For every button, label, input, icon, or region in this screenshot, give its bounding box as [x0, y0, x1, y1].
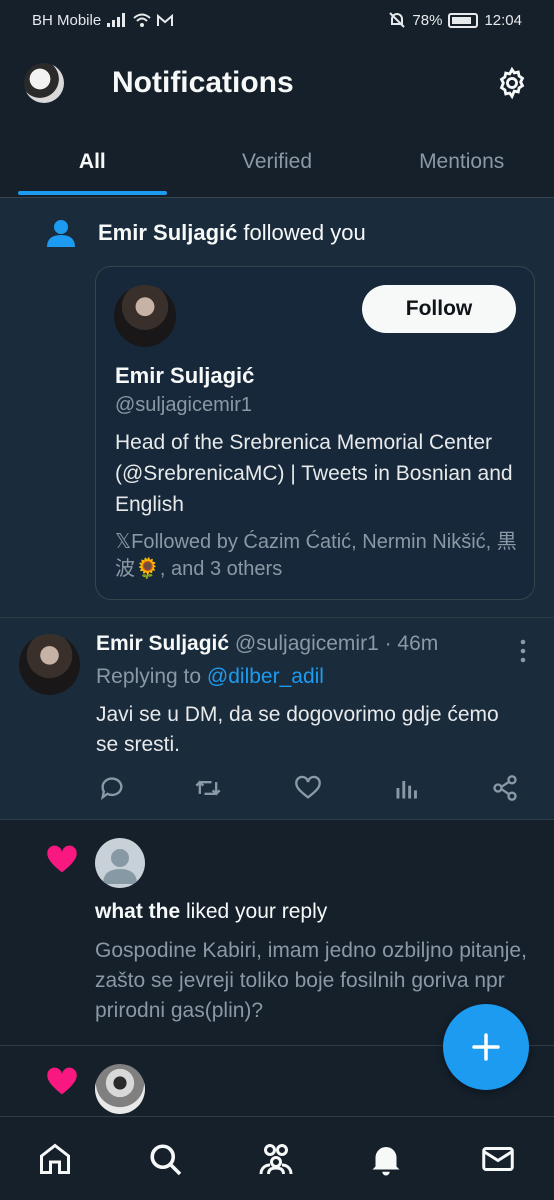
mention-link[interactable]: @dilber_adil	[207, 665, 324, 688]
heart-icon	[47, 845, 77, 873]
heart-icon	[47, 1067, 77, 1095]
like-action-text: liked your reply	[186, 900, 328, 923]
views-icon[interactable]	[393, 774, 421, 802]
gear-icon	[499, 66, 525, 100]
user-card-name: Emir Suljagić	[115, 363, 255, 388]
home-icon[interactable]	[37, 1141, 73, 1177]
follower-name[interactable]: Emir Suljagić	[98, 220, 237, 246]
default-avatar[interactable]	[95, 838, 145, 888]
tab-all[interactable]: All	[0, 126, 185, 197]
plus-icon	[472, 1033, 500, 1061]
tweet-header: Emir Suljagić @suljagicemir1 · 46m	[96, 632, 438, 656]
tab-mentions[interactable]: Mentions	[369, 126, 554, 197]
user-card[interactable]: Follow Emir Suljagić @suljagicemir1 Head…	[95, 266, 535, 600]
follow-button[interactable]: Follow	[362, 285, 516, 333]
tweet-text: Javi se u DM, da se dogovorimo gdje ćemo…	[96, 703, 499, 756]
default-person-icon	[103, 849, 137, 884]
notifications-bell-icon[interactable]	[368, 1141, 404, 1177]
profile-avatar[interactable]	[24, 63, 64, 103]
user-card-avatar[interactable]	[114, 285, 176, 347]
follow-notification[interactable]: Emir Suljagić followed you Follow Emir S…	[0, 198, 554, 618]
replying-to-label: Replying to	[96, 665, 202, 688]
tweet-avatar[interactable]	[19, 634, 80, 695]
settings-button[interactable]	[494, 65, 530, 101]
liker-name[interactable]: what the	[95, 900, 180, 923]
liker-avatar[interactable]	[95, 1064, 145, 1114]
battery-percent: 78%	[412, 11, 443, 29]
user-card-handle: @suljagicemir1	[115, 394, 253, 416]
user-card-bio: Head of the Srebrenica Memorial Center (…	[115, 431, 513, 516]
tab-verified[interactable]: Verified	[185, 126, 370, 197]
notification-tabs: All Verified Mentions	[0, 126, 554, 198]
bottom-navigation	[0, 1116, 554, 1200]
communities-icon[interactable]	[258, 1141, 294, 1177]
messages-icon[interactable]	[480, 1141, 516, 1177]
like-icon[interactable]	[294, 774, 322, 802]
compose-button[interactable]	[443, 1004, 529, 1090]
tweet-meta: @suljagicemir1 · 46m	[234, 632, 439, 655]
carrier-label: BH Mobile	[32, 11, 102, 29]
like-line: what the liked your reply	[95, 900, 327, 924]
gmail-icon	[157, 13, 174, 26]
replying-to-line: Replying to @dilber_adil	[96, 665, 324, 689]
clock: 12:04	[484, 11, 522, 29]
signal-icon	[107, 13, 126, 27]
battery-icon	[448, 12, 479, 28]
search-icon[interactable]	[147, 1141, 183, 1177]
retweet-icon[interactable]	[194, 774, 222, 802]
mute-bell-icon	[389, 12, 406, 28]
wifi-icon	[133, 13, 151, 27]
reply-icon[interactable]	[98, 774, 126, 802]
status-right: 78% 12:04	[388, 11, 522, 29]
tweet-actions	[96, 774, 536, 802]
reply-tweet[interactable]: Emir Suljagić @suljagicemir1 · 46m Reply…	[0, 618, 554, 820]
status-bar: BH Mobile 78% 12:04	[0, 0, 554, 40]
page-title: Notifications	[112, 66, 294, 99]
person-icon	[47, 220, 75, 247]
status-left: BH Mobile	[32, 11, 174, 29]
follow-line: Emir Suljagić followed you	[46, 218, 366, 248]
tweet-author-name[interactable]: Emir Suljagić	[96, 632, 229, 655]
more-options-icon[interactable]	[516, 638, 530, 664]
share-icon[interactable]	[491, 774, 519, 802]
follow-action-text: followed you	[243, 220, 366, 245]
followed-by-text: 𝕏Followed by Ćazim Ćatić, Nermin Nikšić,…	[115, 531, 517, 580]
top-bar: Notifications	[0, 40, 554, 126]
